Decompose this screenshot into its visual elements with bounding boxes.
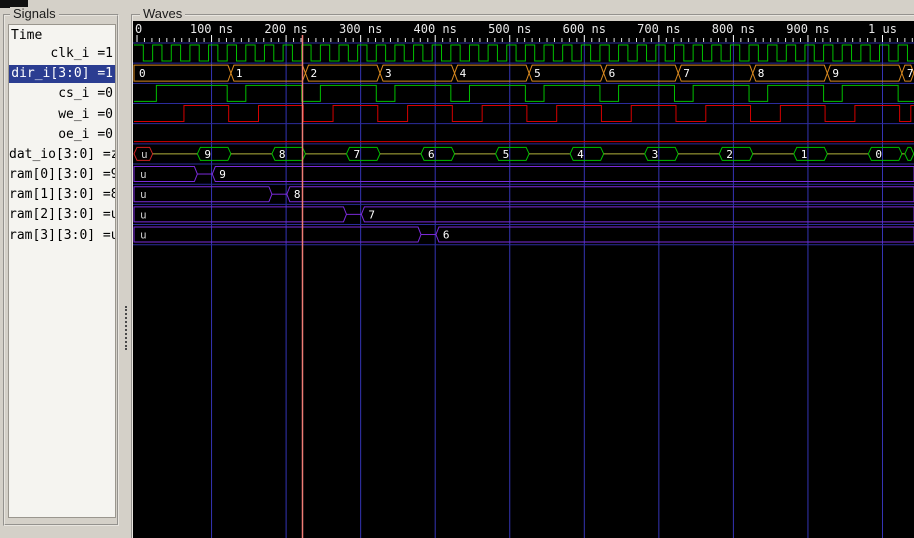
svg-text:0: 0 <box>139 67 146 80</box>
svg-text:u: u <box>140 229 147 242</box>
signal-list-item-ram[0][3:0][interactable]: ram[0][3:0] =9 <box>9 166 115 184</box>
grid-lines <box>211 42 883 538</box>
time-label: 300 ns <box>339 22 382 36</box>
svg-text:9: 9 <box>219 168 226 181</box>
svg-text:4: 4 <box>460 67 467 80</box>
wave-row-ram[0]: u9 <box>133 166 914 183</box>
svg-text:9: 9 <box>204 148 211 161</box>
svg-text:7: 7 <box>368 208 375 221</box>
svg-text:5: 5 <box>503 148 510 161</box>
signal-list-item-ram[3][3:0][interactable]: ram[3][3:0] =u <box>9 227 115 245</box>
svg-text:1: 1 <box>236 67 243 80</box>
svg-text:u: u <box>141 148 148 161</box>
svg-text:u: u <box>140 208 147 221</box>
wave-svg: 0 100 ns 200 ns 300 ns 400 ns 500 ns 600 ns 700… <box>133 22 914 538</box>
svg-text:1: 1 <box>801 148 808 161</box>
wave-row-dat_io: u 9 8 7 6 5 4 3 2 1 0 <box>133 146 914 161</box>
svg-text:3: 3 <box>385 67 392 80</box>
svg-text:2: 2 <box>310 67 317 80</box>
signal-list-item-ram[1][3:0][interactable]: ram[1][3:0] =8 <box>9 186 115 204</box>
signals-frame-label: Signals <box>10 7 59 21</box>
gtkwave-window: Signals Time clk_i =1 dir_i[3:0] =1 cs_i =… <box>0 0 914 538</box>
wave-row-ram[3]: u6 <box>133 226 914 243</box>
svg-text:u: u <box>140 168 147 181</box>
time-label: 0 <box>135 22 142 36</box>
time-label: 1 us <box>868 22 897 36</box>
wave-row-cs_i <box>134 84 914 102</box>
signal-list-item-clk_i[interactable]: clk_i =1 <box>9 45 115 63</box>
time-label: 500 ns <box>488 22 531 36</box>
signal-list-item-oe_i[interactable]: oe_i =0 <box>9 126 115 144</box>
wave-row-ram[2]: u7 <box>133 206 914 223</box>
time-label: 800 ns <box>712 22 755 36</box>
svg-text:6: 6 <box>428 148 435 161</box>
wave-canvas[interactable]: 0 100 ns 200 ns 300 ns 400 ns 500 ns 600 ns 700… <box>133 21 914 538</box>
svg-text:8: 8 <box>294 188 301 201</box>
waves-frame-label: Waves <box>140 7 186 21</box>
wave-row-we_i <box>134 105 914 123</box>
svg-text:6: 6 <box>443 229 450 242</box>
svg-text:0: 0 <box>875 148 882 161</box>
wave-row-ram[1]: u8 <box>133 186 914 203</box>
signal-list-item-we_i[interactable]: we_i =0 <box>9 106 115 124</box>
time-label: 700 ns <box>637 22 680 36</box>
time-label: 200 ns <box>264 22 307 36</box>
svg-text:9: 9 <box>832 67 839 80</box>
svg-text:7: 7 <box>683 67 690 80</box>
timebar: 0 100 ns 200 ns 300 ns 400 ns 500 ns 600 ns 700… <box>135 22 913 42</box>
signal-list[interactable]: Time clk_i =1 dir_i[3:0] =1 cs_i =0 we_i =0… <box>8 24 116 518</box>
svg-text:5: 5 <box>534 67 541 80</box>
svg-text:6: 6 <box>609 67 616 80</box>
time-label: 100 ns <box>190 22 233 36</box>
time-label: 600 ns <box>563 22 606 36</box>
svg-text:8: 8 <box>758 67 765 80</box>
svg-text:u: u <box>140 188 147 201</box>
signal-list-item-ram[2][3:0][interactable]: ram[2][3:0] =u <box>9 206 115 224</box>
svg-text:2: 2 <box>726 148 733 161</box>
svg-text:3: 3 <box>652 148 659 161</box>
svg-text:7: 7 <box>353 148 360 161</box>
time-label: 400 ns <box>414 22 457 36</box>
wave-row-dir_i: 0 1 2 3 4 5 6 7 8 9 7 <box>133 64 914 82</box>
svg-text:7: 7 <box>907 67 914 80</box>
signal-list-item-cs_i[interactable]: cs_i =0 <box>9 85 115 103</box>
svg-text:4: 4 <box>577 148 584 161</box>
time-label: 900 ns <box>786 22 829 36</box>
svg-text:8: 8 <box>279 148 286 161</box>
signal-list-item-dir_i[3:0][interactable]: dir_i[3:0] =1 <box>9 65 115 84</box>
time-header: Time <box>11 28 43 43</box>
row-separators <box>133 42 914 246</box>
wave-row-clk_i <box>134 44 914 62</box>
signal-list-item-dat_io[3:0][interactable]: dat_io[3:0] =z <box>9 146 115 164</box>
